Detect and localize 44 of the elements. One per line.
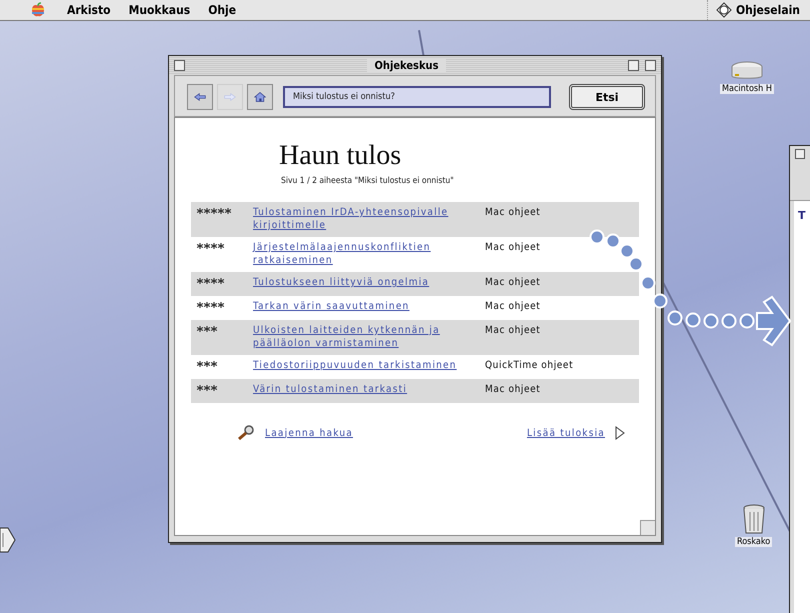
magnifier-icon xyxy=(237,425,255,441)
result-source: Mac ohjeet xyxy=(485,206,542,219)
home-button[interactable] xyxy=(247,84,273,110)
zoom-box[interactable] xyxy=(628,60,639,71)
result-source: Mac ohjeet xyxy=(485,324,542,337)
apple-menu-icon[interactable] xyxy=(30,2,46,18)
result-link[interactable]: Tiedostoriippuvuuden tarkistaminen xyxy=(253,359,468,372)
result-source: Mac ohjeet xyxy=(485,241,542,254)
search-button[interactable]: Etsi xyxy=(569,84,645,110)
more-results-link[interactable]: Lisää tuloksia xyxy=(526,426,605,440)
menu-item[interactable]: Ohje xyxy=(199,3,246,17)
resize-handle[interactable] xyxy=(640,520,655,535)
drawer-tab[interactable] xyxy=(0,527,16,553)
window-text: T xyxy=(798,209,806,222)
result-source: Mac ohjeet xyxy=(485,300,542,313)
house-icon xyxy=(254,90,266,104)
app-menu-title[interactable]: Ohjeselain xyxy=(736,3,800,17)
trash-icon[interactable] xyxy=(742,503,766,535)
result-link[interactable]: Ulkoisten laitteiden kytkennän ja päälläolon varmistaminen xyxy=(253,324,468,350)
menu-item[interactable]: Arkisto xyxy=(58,3,120,17)
help-viewer-icon xyxy=(716,2,732,18)
result-source: Mac ohjeet xyxy=(485,383,542,396)
menu-item[interactable]: Muokkaus xyxy=(120,3,200,17)
back-button[interactable] xyxy=(187,84,213,110)
close-box[interactable] xyxy=(174,60,185,71)
close-box[interactable] xyxy=(795,149,805,159)
result-link[interactable]: Tulostaminen IrDA-yhteensopivalle kirjoittimelle xyxy=(253,206,468,232)
collapse-box[interactable] xyxy=(644,60,656,71)
right-arrow-icon xyxy=(224,91,236,103)
expand-search-link[interactable]: Laajenna hakua xyxy=(265,426,353,440)
search-field[interactable]: Miksi tulostus ei onnistu? xyxy=(283,86,551,108)
result-link[interactable]: Tulostukseen liittyviä ongelmia xyxy=(253,276,468,289)
left-arrow-icon xyxy=(194,91,206,103)
icon-label: Macintosh H xyxy=(720,84,774,94)
result-source: Mac ohjeet xyxy=(485,276,542,289)
result-link[interactable]: Järjestelmälaajennuskonfliktien ratkaiseminen xyxy=(253,241,468,267)
results-heading: Haun tulos xyxy=(279,140,402,172)
window-title: Ohjekeskus xyxy=(366,59,446,72)
result-source: QuickTime ohjeet xyxy=(485,359,574,372)
icon-label: Roskako xyxy=(735,537,772,547)
next-triangle-icon[interactable] xyxy=(615,426,625,440)
result-link[interactable]: Värin tulostaminen tarkasti xyxy=(253,383,468,396)
result-link[interactable]: Tarkan värin saavuttaminen xyxy=(253,300,468,313)
results-subtitle: Sivu 1 / 2 aiheesta "Miksi tulostus ei onnistu" xyxy=(281,176,455,186)
